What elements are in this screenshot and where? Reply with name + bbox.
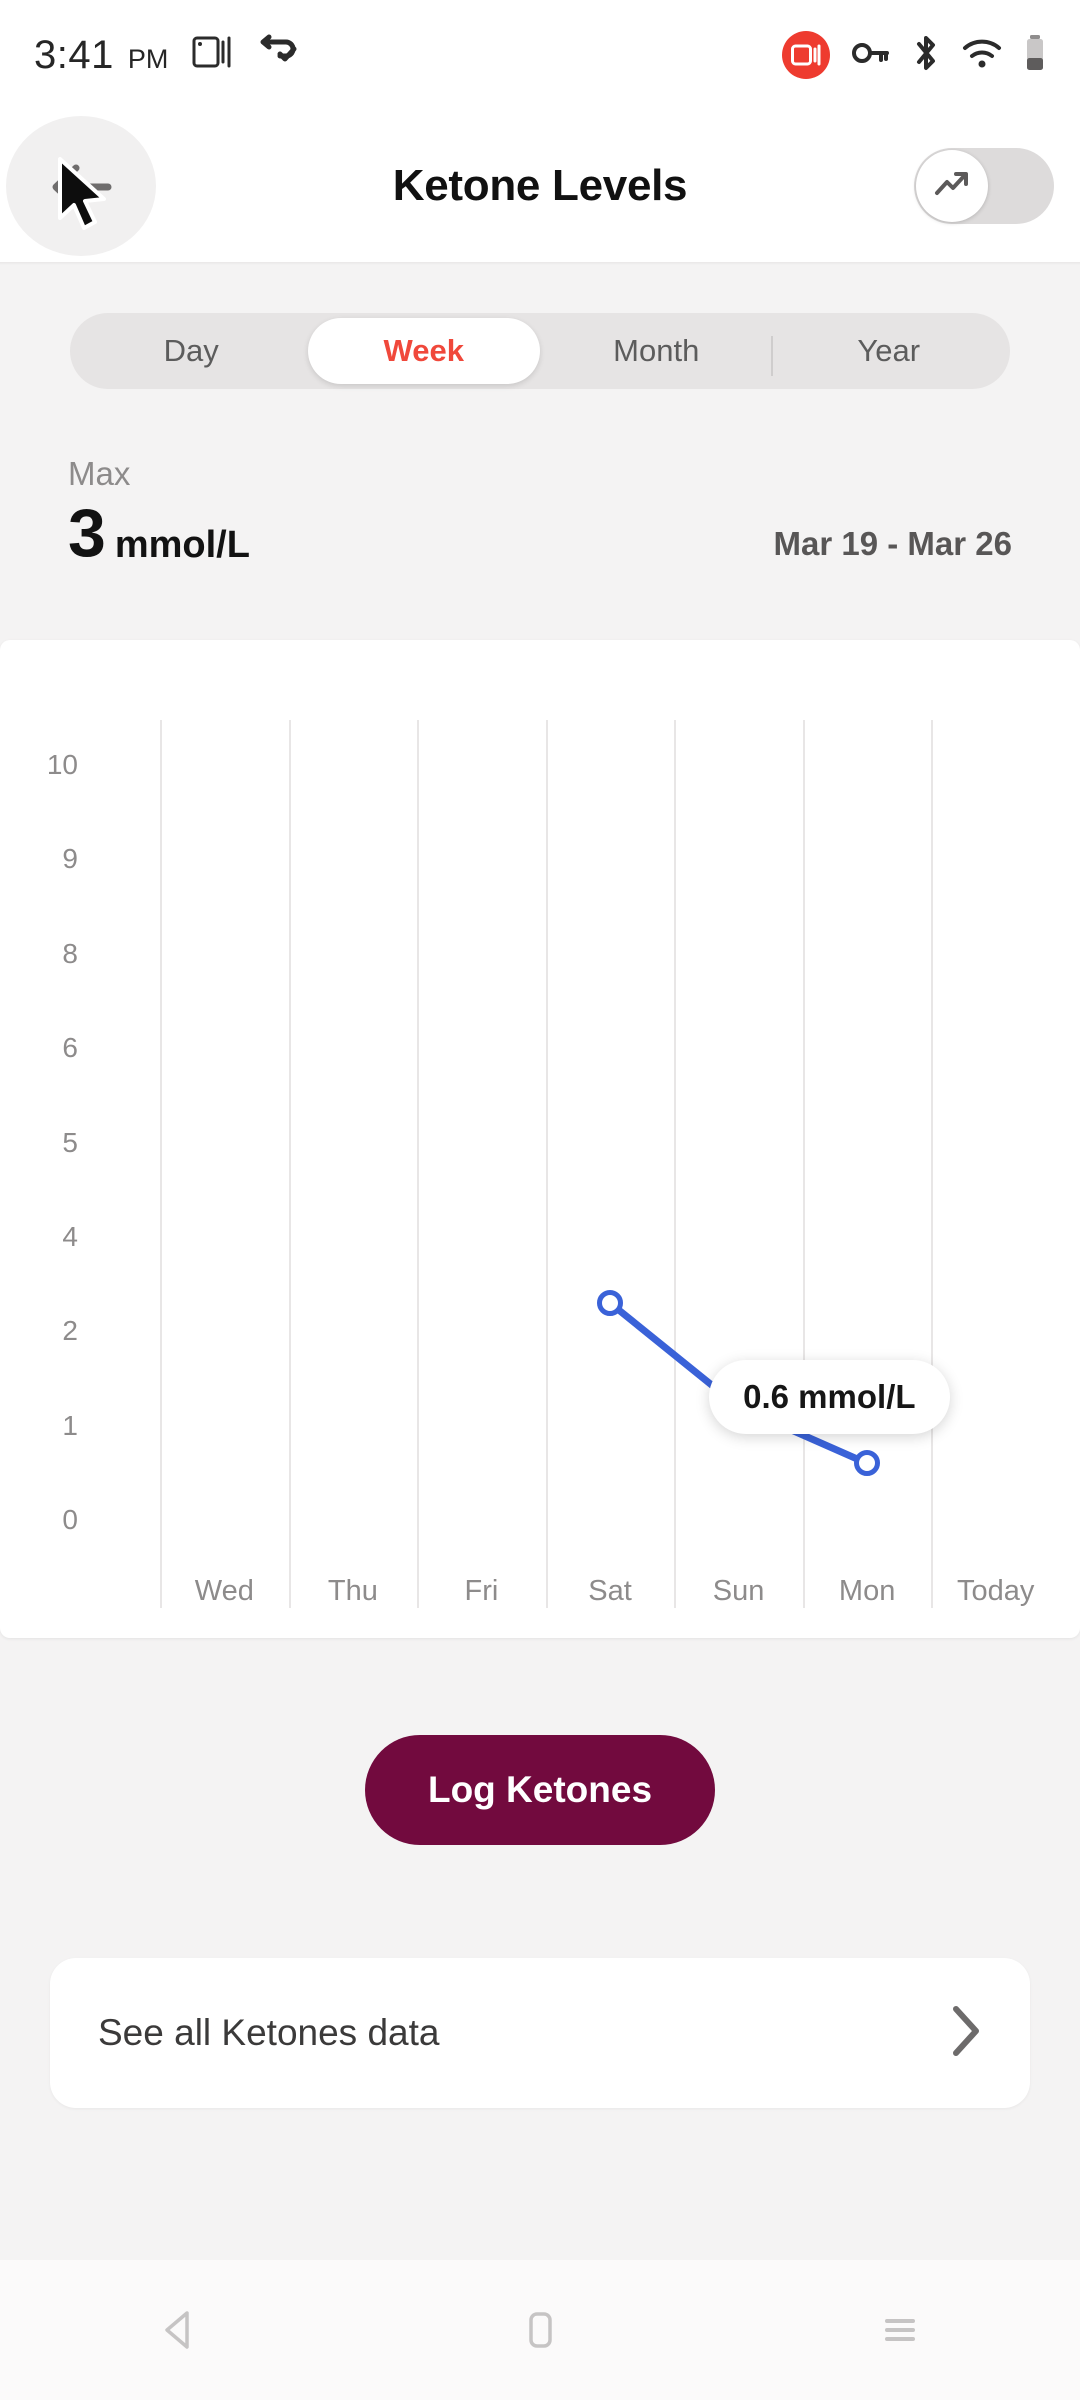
nav-back-icon[interactable]	[0, 2307, 360, 2353]
chart-line	[606, 1299, 871, 1467]
y-axis-tick: 5	[62, 1126, 78, 1158]
y-axis-tick: 0	[62, 1504, 78, 1535]
trending-up-icon	[932, 167, 972, 206]
vpn-key-sync-icon	[258, 32, 298, 68]
summary-value: 3	[68, 495, 106, 571]
battery-icon	[1024, 34, 1046, 77]
y-axis-tick: 10	[46, 749, 78, 780]
segment-year[interactable]: Year	[773, 318, 1006, 384]
chart-data-point[interactable]	[597, 1289, 623, 1316]
summary-block: Max 3 mmol/L Mar 19 - Mar 26	[0, 455, 1080, 567]
status-ampm: PM	[127, 44, 169, 74]
status-bar-right	[782, 31, 1046, 79]
segment-month-label: Month	[613, 333, 700, 368]
screen-cast-icon	[192, 34, 234, 68]
chart-tooltip: 0.6 mmol/L	[709, 1360, 950, 1435]
chart-plot-area: Wed Thu Fri Sat Sun Mon Today 0.6 mmol/L	[92, 640, 1080, 1638]
y-axis-tick: 2	[62, 1315, 78, 1347]
chart-data-point[interactable]	[854, 1450, 881, 1477]
segment-week-label: Week	[383, 333, 464, 368]
period-segmented-control[interactable]: Day Week Month Year	[70, 313, 1010, 389]
chart-card: 10 9 8 6 5 4 2 1 0 Wed Thu Fri Sat Sun Mon Today 0.6 mm…	[0, 640, 1080, 1638]
see-all-ketones-data-row[interactable]: See all Ketones data	[50, 1958, 1030, 2108]
mouse-cursor	[54, 156, 116, 243]
nav-home-icon[interactable]	[360, 2307, 720, 2353]
summary-row: 3 mmol/L Mar 19 - Mar 26	[0, 499, 1080, 567]
y-axis-tick: 1	[62, 1409, 78, 1441]
nav-recents-icon[interactable]	[720, 2307, 1080, 2353]
header-divider	[0, 262, 1080, 265]
chart[interactable]: 10 9 8 6 5 4 2 1 0 Wed Thu Fri Sat Sun Mon Today 0.6 mm…	[0, 640, 1080, 1638]
y-axis-tick: 8	[62, 937, 78, 969]
app-header: Ketone Levels	[0, 110, 1080, 262]
trend-toggle[interactable]	[914, 148, 1054, 224]
see-all-label: See all Ketones data	[98, 2012, 440, 2053]
android-navigation-bar	[0, 2260, 1080, 2400]
log-ketones-button[interactable]: Log Ketones	[365, 1735, 715, 1845]
summary-date-range: Mar 19 - Mar 26	[773, 524, 1012, 562]
status-time: 3:41	[34, 33, 114, 77]
segment-day[interactable]: Day	[75, 318, 308, 384]
y-axis-tick: 4	[62, 1220, 78, 1252]
segment-day-label: Day	[163, 333, 219, 368]
segment-year-label: Year	[857, 333, 921, 368]
screen-record-icon	[782, 31, 830, 79]
key-icon	[852, 40, 890, 71]
bluetooth-icon	[912, 34, 940, 77]
summary-stat-label: Max	[68, 455, 131, 492]
status-bar: 3:41 PM	[0, 0, 1080, 110]
chevron-right-icon	[950, 2004, 982, 2063]
summary-unit: mmol/L	[114, 524, 250, 567]
app-screen: 3:41 PM Ketone Levels Day Week Month Yea…	[0, 0, 1080, 2400]
chart-y-axis: 10 9 8 6 5 4 2 1 0	[0, 640, 92, 1638]
segment-divider	[770, 336, 773, 376]
segment-week[interactable]: Week	[307, 318, 540, 384]
status-bar-left: 3:41 PM	[34, 32, 298, 78]
y-axis-tick: 6	[62, 1032, 78, 1064]
segment-month[interactable]: Month	[540, 318, 773, 384]
toggle-thumb	[916, 150, 988, 222]
y-axis-tick: 9	[62, 843, 78, 875]
wifi-icon	[962, 37, 1002, 74]
